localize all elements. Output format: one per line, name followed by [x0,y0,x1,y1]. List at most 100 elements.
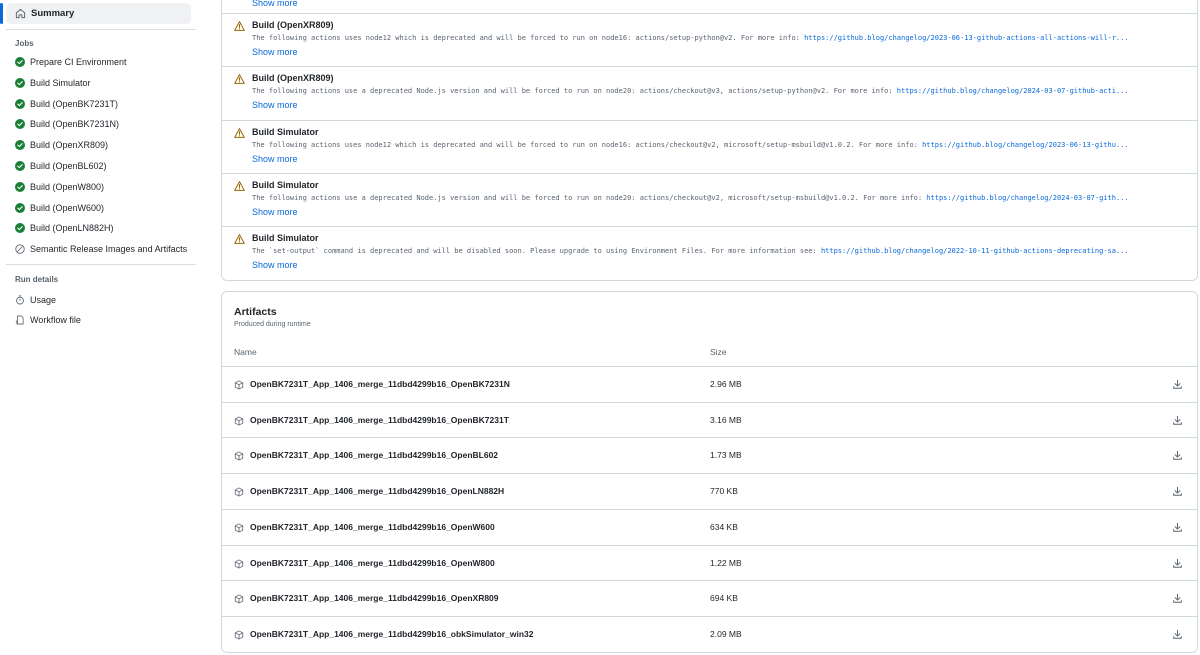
download-icon[interactable] [1172,486,1183,497]
sidebar-item-workflow-file[interactable]: Workflow file [15,313,81,327]
artifact-name[interactable]: OpenBK7231T_App_1406_merge_11dbd4299b16_… [250,450,498,460]
artifact-name[interactable]: OpenBK7231T_App_1406_merge_11dbd4299b16_… [250,415,509,425]
column-header-size: Size [710,347,727,357]
artifact-row: OpenBK7231T_App_1406_merge_11dbd4299b16_… [222,437,1197,473]
annotation-link[interactable]: https://github.blog/changelog/2023-06-13… [922,141,1129,149]
show-more-link[interactable]: Show more [252,154,298,164]
job-label: Build Simulator [30,77,91,88]
sidebar: Summary Jobs Prepare CI Environment Build… [0,0,200,655]
stopwatch-icon [15,295,25,305]
package-icon [234,487,244,497]
job-label: Semantic Release Images and Artifacts [30,244,188,255]
warning-icon [234,74,245,85]
warning-icon [234,127,245,138]
download-icon[interactable] [1172,450,1183,461]
artifact-row: OpenBK7231T_App_1406_merge_11dbd4299b16_… [222,508,1197,545]
job-label: Build (OpenBK7231T) [30,98,119,109]
artifact-name[interactable]: OpenBK7231T_App_1406_merge_11dbd4299b16_… [250,486,504,496]
download-icon[interactable] [1172,558,1183,569]
skipped-icon [15,244,25,254]
package-icon [234,559,244,569]
artifact-name[interactable]: OpenBK7231T_App_1406_merge_11dbd4299b16_… [250,629,533,639]
annotation-item: Build Simulator The following actions use… [222,172,1197,226]
sidebar-item-job[interactable]: Build (OpenXR809) [15,138,108,152]
artifact-size: 694 KB [710,593,738,604]
job-label: Build (OpenLN882H) [30,223,114,234]
sidebar-item-usage[interactable]: Usage [15,293,56,307]
artifact-size: 1.22 MB [710,557,742,568]
check-circle-icon [15,119,25,130]
annotation-link[interactable]: https://github.blog/changelog/2024-03-07… [897,87,1129,95]
jobs-heading: Jobs [15,39,34,48]
artifact-size: 2.96 MB [710,379,742,389]
artifact-size: 3.16 MB [710,414,742,425]
sidebar-item-job[interactable]: Build (OpenW800) [15,180,104,194]
download-icon[interactable] [1172,629,1183,640]
artifact-size: 634 KB [710,521,738,532]
annotation-link[interactable]: https://github.blog/changelog/2022-10-11… [821,247,1129,255]
sidebar-item-job[interactable]: Prepare CI Environment [15,55,127,69]
package-icon [234,416,244,426]
package-icon [234,380,244,390]
show-more-link[interactable]: Show more [252,260,298,270]
download-icon[interactable] [1172,522,1183,533]
artifact-name[interactable]: OpenBK7231T_App_1406_merge_11dbd4299b16_… [250,379,510,389]
workflow-file-label: Workflow file [30,315,81,325]
annotation-item: Build (OpenXR809) The following actions u… [222,13,1197,66]
download-icon[interactable] [1172,415,1183,426]
artifacts-title: Artifacts [234,306,277,318]
show-more-link[interactable]: Show more [252,47,298,57]
annotation-text: The `set-output` command is deprecated a… [252,247,821,256]
artifacts-panel: Artifacts Produced during runtime Name S… [221,291,1198,653]
artifact-row: OpenBK7231T_App_1406_merge_11dbd4299b16_… [222,401,1197,438]
usage-label: Usage [30,295,57,305]
package-icon [234,451,244,461]
download-icon[interactable] [1172,593,1183,604]
workflow-file-icon [15,315,25,325]
annotation-title: Build (OpenXR809) [252,73,334,84]
annotation-text: The following actions uses node12 which … [252,34,805,42]
sidebar-item-job[interactable]: Build (OpenLN882H) [15,221,114,235]
warning-icon [234,234,245,245]
check-circle-icon [15,140,25,151]
divider [6,29,196,30]
download-icon[interactable] [1172,379,1183,390]
job-label: Build (OpenW600) [30,202,105,213]
annotation-link[interactable]: https://github.blog/changelog/2024-03-07… [926,194,1128,202]
annotation-link[interactable]: https://github.blog/changelog/2023-06-13… [804,34,1129,42]
artifact-size: 2.09 MB [710,628,742,639]
package-icon [234,523,244,533]
sidebar-item-job[interactable]: Semantic Release Images and Artifacts [15,242,187,256]
annotation-title: Build Simulator [252,126,319,137]
annotation-message: The following actions use a deprecated N… [252,194,1189,202]
sidebar-item-job[interactable]: Build (OpenBL602) [15,159,107,173]
annotation-item: Build Simulator The `set-output` command … [222,226,1197,279]
artifact-row: OpenBK7231T_App_1406_merge_11dbd4299b16_… [222,473,1197,509]
check-circle-icon [15,98,25,109]
active-indicator [0,3,3,24]
divider [6,264,196,265]
home-icon [15,8,26,19]
show-more-link[interactable]: Show more [252,100,298,110]
annotation-message: The following actions use a deprecated N… [252,87,1189,95]
artifact-name[interactable]: OpenBK7231T_App_1406_merge_11dbd4299b16_… [250,522,495,532]
show-more-link[interactable]: Show more [252,0,298,8]
show-more-link[interactable]: Show more [252,207,298,217]
run-details-heading: Run details [15,275,59,284]
sidebar-item-job[interactable]: Build (OpenBK7231N) [15,117,119,131]
annotation-text: The following actions uses node12 which … [252,140,923,149]
artifact-row: OpenBK7231T_App_1406_merge_11dbd4299b16_… [222,544,1197,581]
check-circle-icon [15,77,25,88]
annotation-item: Build Simulator The following actions use… [222,119,1197,173]
artifact-name[interactable]: OpenBK7231T_App_1406_merge_11dbd4299b16_… [250,593,499,603]
annotation-title: Build Simulator [252,179,319,190]
artifact-name[interactable]: OpenBK7231T_App_1406_merge_11dbd4299b16_… [250,558,495,568]
sidebar-item-job[interactable]: Build Simulator [15,76,91,90]
sidebar-item-summary[interactable]: Summary [6,3,191,24]
sidebar-item-job[interactable]: Build (OpenW600) [15,201,104,215]
check-circle-icon [15,57,25,67]
warning-icon [234,181,245,191]
job-label: Build (OpenBK7231N) [30,119,120,130]
sidebar-item-job[interactable]: Build (OpenBK7231T) [15,97,118,111]
artifacts-subtitle: Produced during runtime [234,321,311,328]
